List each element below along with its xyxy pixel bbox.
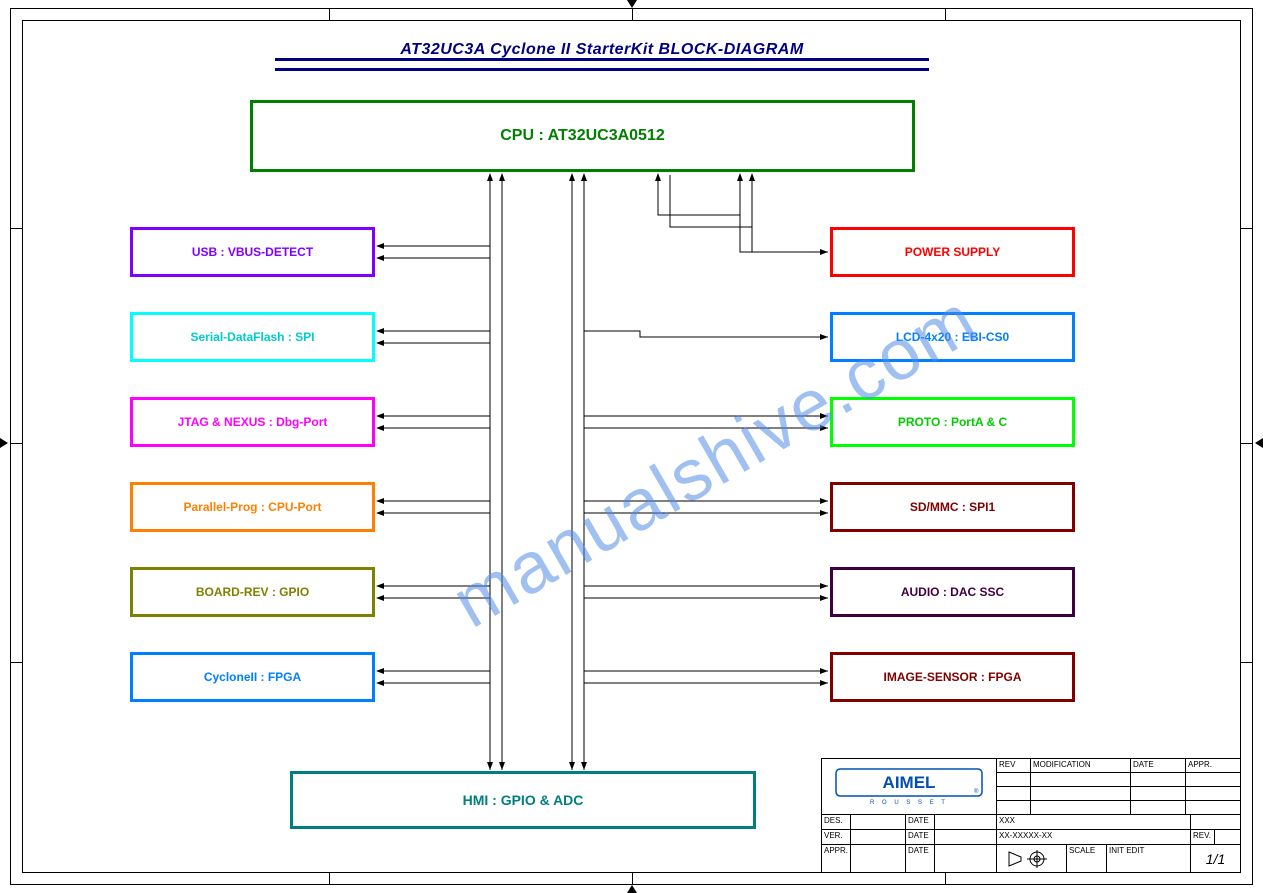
rev-cell <box>997 773 1031 786</box>
ruler-tick <box>1241 443 1253 444</box>
rev-cell <box>1131 773 1186 786</box>
rev-cell <box>1131 801 1186 814</box>
rev-cell <box>997 787 1031 800</box>
rev-cell <box>997 801 1031 814</box>
title-block-lower: DES. DATE XXX VER. DATE XX-XXXXX-XX REV.… <box>822 815 1241 873</box>
block-audio: AUDIO : DAC SSC <box>830 567 1075 617</box>
rev-value <box>1215 830 1241 844</box>
ruler-arrow-icon <box>627 0 637 8</box>
date-value <box>935 815 997 829</box>
block-power: POWER SUPPLY <box>830 227 1075 277</box>
svg-text:R O U S S E T: R O U S S E T <box>870 800 948 806</box>
ruler-tick <box>1241 662 1253 663</box>
diagram-title: AT32UC3A Cyclone II StarterKit BLOCK-DIA… <box>275 41 929 59</box>
ruler-tick <box>945 873 946 885</box>
block-lcd: LCD-4x20 : EBI-CS0 <box>830 312 1075 362</box>
revision-grid: REVMODIFICATIONDATEAPPR. <box>997 759 1241 815</box>
date-label: DATE <box>906 845 935 873</box>
ruler-tick <box>632 8 633 20</box>
rev-cell <box>1031 801 1131 814</box>
rev-cell <box>1031 787 1131 800</box>
block-parallel-prog: Parallel-Prog : CPU-Port <box>130 482 375 532</box>
ruler-tick <box>10 228 22 229</box>
des-label: DES. <box>822 815 851 829</box>
rev-cell <box>1186 787 1241 800</box>
block-cyclone-fpga: CycloneII : FPGA <box>130 652 375 702</box>
rev-cell <box>1186 773 1241 786</box>
title-underline <box>275 68 929 71</box>
rev-header: MODIFICATION <box>1031 759 1131 772</box>
atmel-logo: AIMEL ® R O U S S E T <box>822 759 997 815</box>
ruler-tick <box>329 873 330 885</box>
empty-cell <box>1191 815 1241 829</box>
ruler-arrow-icon <box>627 885 637 893</box>
block-hmi: HMI : GPIO & ADC <box>290 771 756 829</box>
rev-cell <box>1131 787 1186 800</box>
rev-header: APPR. <box>1186 759 1241 772</box>
sheet-number: 1/1 <box>1191 845 1241 873</box>
appr-value <box>851 845 906 873</box>
rev-header: REV <box>997 759 1031 772</box>
block-jtag: JTAG & NEXUS : Dbg-Port <box>130 397 375 447</box>
block-proto: PROTO : PortA & C <box>830 397 1075 447</box>
block-sd-mmc: SD/MMC : SPI1 <box>830 482 1075 532</box>
rev-header: DATE <box>1131 759 1186 772</box>
svg-text:®: ® <box>974 788 979 795</box>
date-value <box>935 830 997 844</box>
rev-label: REV. <box>1191 830 1215 844</box>
svg-text:AIMEL: AIMEL <box>883 773 936 792</box>
ruler-tick <box>329 8 330 20</box>
ruler-arrow-icon <box>0 438 8 448</box>
ver-value <box>851 830 906 844</box>
block-image-sensor: IMAGE-SENSOR : FPGA <box>830 652 1075 702</box>
title-block: AIMEL ® R O U S S E T REVMODIFICATIONDAT… <box>821 758 1241 873</box>
block-board-rev: BOARD-REV : GPIO <box>130 567 375 617</box>
ver-label: VER. <box>822 830 851 844</box>
projection-icon <box>997 845 1067 873</box>
block-serial-flash: Serial-DataFlash : SPI <box>130 312 375 362</box>
init-edit: INIT EDIT <box>1107 845 1191 873</box>
ruler-arrow-icon <box>1255 438 1263 448</box>
drawing-number: XX-XXXXX-XX <box>997 830 1191 844</box>
des-value <box>851 815 906 829</box>
ruler-tick <box>945 8 946 20</box>
date-label: DATE <box>906 815 935 829</box>
appr-label: APPR. <box>822 845 851 873</box>
title-underline <box>275 58 929 61</box>
ruler-tick <box>1241 228 1253 229</box>
block-cpu: CPU : AT32UC3A0512 <box>250 100 915 172</box>
ruler-tick <box>632 873 633 885</box>
ruler-tick <box>10 443 22 444</box>
proj-code: XXX <box>997 815 1191 829</box>
block-usb: USB : VBUS-DETECT <box>130 227 375 277</box>
date-label: DATE <box>906 830 935 844</box>
ruler-tick <box>10 662 22 663</box>
rev-cell <box>1031 773 1131 786</box>
scale-label: SCALE <box>1067 845 1107 873</box>
date-value <box>935 845 997 873</box>
rev-cell <box>1186 801 1241 814</box>
